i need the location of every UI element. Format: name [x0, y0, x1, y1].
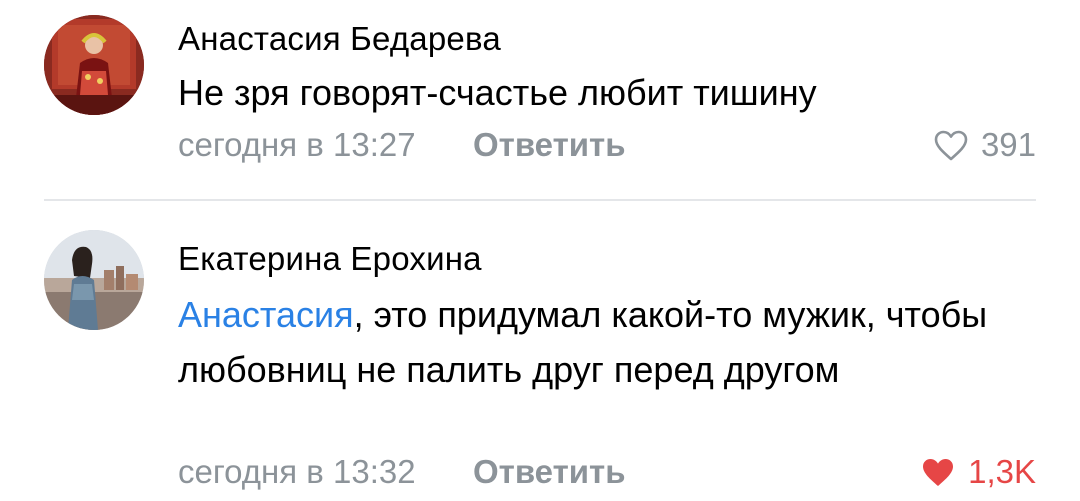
comment: Екатерина Ерохина Анастасия, это придума… [0, 200, 1080, 501]
avatar-image [44, 15, 144, 115]
comment-author[interactable]: Анастасия Бедарева [178, 20, 501, 58]
like-count: 391 [980, 126, 1036, 163]
like-button[interactable]: 1,3K [920, 453, 1036, 491]
comment-timestamp: сегодня в 13:32 [178, 453, 416, 490]
heart-filled-icon [920, 456, 956, 488]
reply-button[interactable]: Ответить [473, 453, 626, 491]
comment: Анастасия Бедарева Не зря говорят-счасть… [0, 0, 1080, 200]
heart-outline-icon [933, 129, 969, 161]
comment-timestamp: сегодня в 13:27 [178, 126, 416, 163]
comment-text: Анастасия, это придумал какой-то мужик, … [178, 287, 1038, 397]
avatar[interactable] [44, 230, 144, 330]
comment-text: Не зря говорят-счастье любит тишину [178, 72, 817, 113]
comment-author[interactable]: Екатерина Ерохина [178, 240, 482, 278]
reply-button[interactable]: Ответить [473, 126, 626, 164]
like-button[interactable]: 391 [933, 126, 1036, 164]
avatar[interactable] [44, 15, 144, 115]
like-count: 1,3K [968, 453, 1036, 490]
mention-link[interactable]: Анастасия [178, 294, 354, 335]
avatar-image [44, 230, 144, 330]
